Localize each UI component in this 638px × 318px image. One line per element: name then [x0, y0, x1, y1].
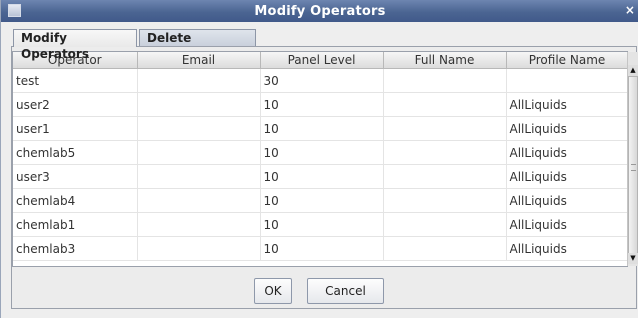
operators-table: Operator Email Panel Level Full Name Pro… [12, 51, 628, 267]
tab-modify-operators[interactable]: Modify Operators [13, 29, 137, 61]
cell-operator[interactable]: chemlab1 [13, 212, 138, 237]
cell-panel-level[interactable]: 30 [260, 68, 384, 93]
cell-panel-level[interactable]: 10 [260, 116, 384, 141]
table-row[interactable]: test 30 [13, 68, 627, 93]
cancel-button[interactable]: Cancel [307, 278, 384, 304]
cell-profile-name[interactable]: AllLiquids [506, 164, 627, 189]
cell-email[interactable] [137, 68, 261, 93]
ok-button[interactable]: OK [254, 278, 292, 304]
modify-operators-dialog: Modify Operators × Modify Operators Dele… [0, 0, 638, 318]
cell-email[interactable] [137, 116, 261, 141]
column-header-full-name[interactable]: Full Name [383, 52, 507, 69]
table-row[interactable]: chemlab5 10 AllLiquids [13, 140, 627, 165]
title-bar[interactable]: Modify Operators × [1, 0, 638, 22]
cell-operator[interactable]: chemlab3 [13, 236, 138, 261]
cell-full-name[interactable] [383, 92, 507, 117]
column-header-profile-name[interactable]: Profile Name [506, 52, 627, 69]
cell-profile-name[interactable]: AllLiquids [506, 92, 627, 117]
table-row[interactable]: user1 10 AllLiquids [13, 116, 627, 141]
cell-email[interactable] [137, 188, 261, 213]
scroll-grip-icon [631, 164, 636, 171]
cell-panel-level[interactable]: 10 [260, 236, 384, 261]
table-row[interactable]: chemlab3 10 AllLiquids [13, 236, 627, 261]
cell-profile-name[interactable]: AllLiquids [506, 140, 627, 165]
cell-profile-name[interactable]: AllLiquids [506, 116, 627, 141]
cell-panel-level[interactable]: 10 [260, 140, 384, 165]
cell-email[interactable] [137, 212, 261, 237]
cell-profile-name[interactable]: AllLiquids [506, 188, 627, 213]
cell-operator[interactable]: test [13, 68, 138, 93]
scroll-down-arrow-icon[interactable]: ▼ [628, 253, 638, 264]
table-row[interactable]: user3 10 AllLiquids [13, 164, 627, 189]
cell-full-name[interactable] [383, 188, 507, 213]
cell-panel-level[interactable]: 10 [260, 212, 384, 237]
cell-panel-level[interactable]: 10 [260, 92, 384, 117]
cell-full-name[interactable] [383, 140, 507, 165]
cell-panel-level[interactable]: 10 [260, 188, 384, 213]
column-header-panel-level[interactable]: Panel Level [260, 52, 384, 69]
cell-operator[interactable]: user1 [13, 116, 138, 141]
window-icon [8, 4, 21, 17]
cell-profile-name[interactable] [506, 68, 627, 93]
cell-email[interactable] [137, 236, 261, 261]
cell-email[interactable] [137, 140, 261, 165]
vertical-scrollbar[interactable]: ▲ ▼ [627, 52, 638, 266]
cell-operator[interactable]: user2 [13, 92, 138, 117]
cell-full-name[interactable] [383, 68, 507, 93]
table-row[interactable]: chemlab4 10 AllLiquids [13, 188, 627, 213]
cell-full-name[interactable] [383, 116, 507, 141]
table-header: Operator Email Panel Level Full Name Pro… [13, 52, 627, 69]
window-title: Modify Operators [254, 3, 386, 19]
dialog-buttons: OK Cancel [1, 278, 638, 304]
cell-profile-name[interactable]: AllLiquids [506, 212, 627, 237]
cell-full-name[interactable] [383, 212, 507, 237]
column-header-email[interactable]: Email [137, 52, 261, 69]
cell-operator[interactable]: chemlab5 [13, 140, 138, 165]
close-icon[interactable]: × [623, 2, 637, 19]
table-row[interactable]: user2 10 AllLiquids [13, 92, 627, 117]
tab-delete-operator[interactable]: Delete Operator [139, 29, 256, 61]
cell-full-name[interactable] [383, 236, 507, 261]
cell-operator[interactable]: user3 [13, 164, 138, 189]
cell-operator[interactable]: chemlab4 [13, 188, 138, 213]
cell-email[interactable] [137, 92, 261, 117]
scrollbar-thumb[interactable] [628, 76, 638, 254]
table-row[interactable]: chemlab1 10 AllLiquids [13, 212, 627, 237]
cell-panel-level[interactable]: 10 [260, 164, 384, 189]
cell-full-name[interactable] [383, 164, 507, 189]
cell-profile-name[interactable]: AllLiquids [506, 236, 627, 261]
cell-email[interactable] [137, 164, 261, 189]
scroll-up-arrow-icon[interactable]: ▲ [628, 65, 638, 76]
